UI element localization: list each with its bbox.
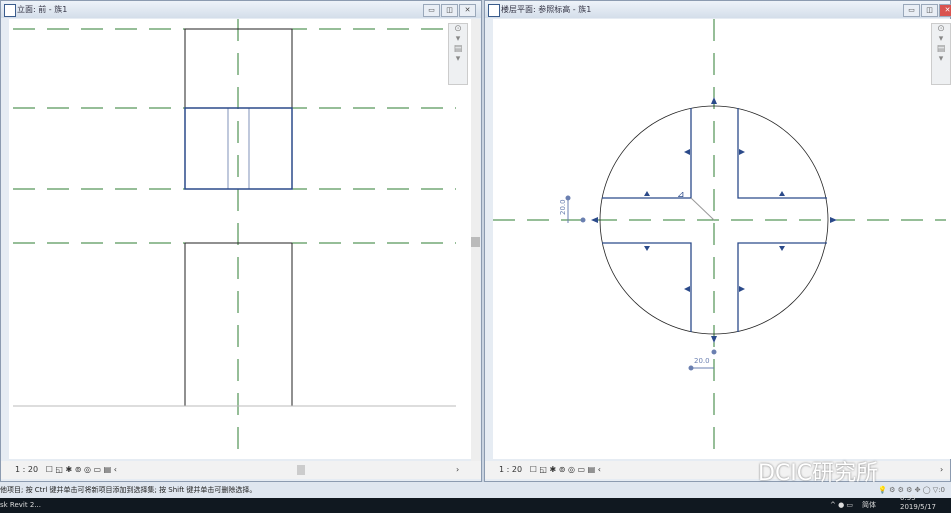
view-icon xyxy=(488,4,500,17)
right-view-titlebar[interactable]: 楼层平面: 参照标高 - 族1 ▭ ◫ ✕ xyxy=(485,1,951,18)
status-text: 他项目; 按 Ctrl 键并单击可将新项目添加到选择集; 按 Shift 键并单… xyxy=(0,486,257,494)
dimension-left[interactable]: 20.0 xyxy=(559,199,567,215)
restore-button[interactable]: ◫ xyxy=(921,4,938,17)
vertical-scrollbar[interactable] xyxy=(471,19,480,461)
tray-icons[interactable]: ^ ● ▭ xyxy=(830,498,853,513)
radius-line xyxy=(690,197,715,221)
scale-label[interactable]: 1 : 20 xyxy=(15,465,38,474)
taskbar-app-revit[interactable]: sk Revit 2... xyxy=(0,501,41,509)
view-control-bar: 1 : 20 ☐ ◱ ✱ ⊚ ◎ ▭ ▤ ‹ › xyxy=(485,461,950,479)
ime-indicator[interactable]: 简体 xyxy=(862,498,876,513)
view-controls[interactable]: ☐ ◱ ✱ ⊚ ◎ ▭ ▤ ‹ xyxy=(530,465,601,474)
close-button[interactable]: ✕ xyxy=(939,4,951,17)
view-control-bar: 1 : 20 ☐ ◱ ✱ ⊚ ◎ ▭ ▤ ‹ › xyxy=(1,461,481,479)
left-view-titlebar[interactable]: 立面: 前 - 族1 ▭ ◫ ✕ xyxy=(1,1,481,18)
restore-button[interactable]: ◫ xyxy=(441,4,458,17)
dimension-bottom[interactable]: 20.0 xyxy=(694,357,710,365)
minimize-button[interactable]: ▭ xyxy=(423,4,440,17)
view-controls[interactable]: ☐ ◱ ✱ ⊚ ◎ ▭ ▤ ‹ xyxy=(46,465,117,474)
navigation-bar[interactable]: ⊙ ▾ ▤ ▾ xyxy=(448,23,468,85)
close-button[interactable]: ✕ xyxy=(459,4,476,17)
reference-planes[interactable] xyxy=(493,19,946,459)
reference-planes[interactable] xyxy=(13,19,456,456)
right-view-title: 楼层平面: 参照标高 - 族1 xyxy=(501,5,592,14)
plan-canvas[interactable]: ⊿ 20.0 20.0 xyxy=(493,19,951,459)
right-view-window[interactable]: 楼层平面: 参照标高 - 族1 ▭ ◫ ✕ ⊿ 20.0 20.0 ⊙ ▾ ▤ ▾ 1… xyxy=(484,0,951,482)
status-bar: 他项目; 按 Ctrl 键并单击可将新项目添加到选择集; 按 Shift 键并单… xyxy=(0,482,951,498)
scale-label[interactable]: 1 : 20 xyxy=(499,465,522,474)
minimize-button[interactable]: ▭ xyxy=(903,4,920,17)
clock[interactable]: 0:55 2019/5/17 xyxy=(900,494,936,512)
navigation-bar[interactable]: ⊙ ▾ ▤ ▾ xyxy=(931,23,951,85)
dimension-lock-icon[interactable]: ⊿ xyxy=(677,190,685,200)
left-view-title: 立面: 前 - 族1 xyxy=(17,5,68,14)
left-view-window[interactable]: 立面: 前 - 族1 ▭ ◫ ✕ ⊙ ▾ ▤ ▾ 1 : 20 ☐ ◱ ✱ ⊚ ◎ ▭… xyxy=(0,0,482,482)
scroll-right[interactable]: › xyxy=(456,461,459,479)
view-icon xyxy=(4,4,16,17)
scroll-right[interactable]: › xyxy=(940,461,943,479)
elevation-canvas[interactable] xyxy=(9,19,471,459)
taskbar: sk Revit 2... ^ ● ▭ 简体 0:55 2019/5/17 xyxy=(0,494,951,513)
horizontal-scroll-thumb[interactable] xyxy=(297,465,305,475)
